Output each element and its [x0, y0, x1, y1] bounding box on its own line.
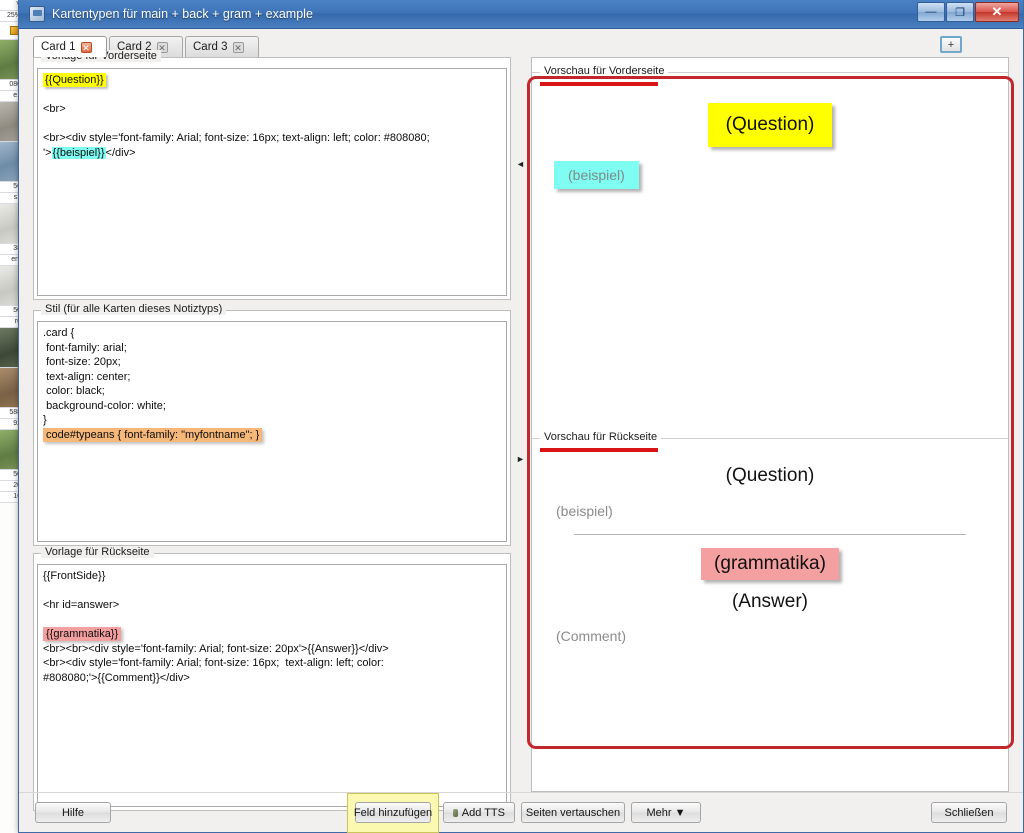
- back-preview-question: (Question): [725, 465, 815, 486]
- back-line-4: <br><div style='font-family: Arial; font…: [43, 657, 384, 669]
- window-controls: — ❐ ✕: [917, 2, 1019, 22]
- add-tts-button[interactable]: Add TTS: [443, 802, 515, 823]
- dialog-button-bar: Hilfe Feld hinzufügen Add TTS Seiten ver…: [19, 792, 1023, 833]
- more-button[interactable]: Mehr ▼: [631, 802, 701, 823]
- front-template-code: {{Question}} <br> <br><div style='font-fam…: [38, 69, 506, 164]
- splitter-collapse-left-icon[interactable]: ◄: [516, 159, 525, 169]
- front-div-close: </div>: [105, 146, 136, 159]
- back-template-input[interactable]: {{FrontSide}} <hr id=answer> {{grammatika}…: [37, 564, 507, 807]
- style-line-5: color: black;: [43, 385, 105, 397]
- back-line-2: <hr id=answer>: [43, 599, 120, 611]
- panel-splitter[interactable]: ◄ ►: [516, 129, 528, 749]
- speaker-icon: [453, 808, 458, 817]
- back-line-5: #808080;'>{{Comment}}</div>: [43, 671, 190, 684]
- back-template-code: {{FrontSide}} <hr id=answer> {{grammatika}…: [38, 565, 506, 689]
- front-template-input[interactable]: {{Question}} <br> <br><div style='font-fam…: [37, 68, 507, 296]
- template-editor-column: Vorlage für Vorderseite {{Question}}<br>…: [33, 50, 511, 811]
- style-input[interactable]: .card { font-family: arial; font-size: 2…: [37, 321, 507, 542]
- back-line-3: <br><br><div style='font-family: Arial; …: [43, 642, 389, 655]
- style-typeans-rule: code#typeans { font-family: "myfontname"…: [43, 427, 263, 442]
- front-preview-legend: Vorschau für Vorderseite: [540, 65, 669, 77]
- preview-panel: Vorschau für Vorderseite (Question) (bei…: [531, 57, 1009, 792]
- style-code: .card { font-family: arial; font-size: 2…: [38, 322, 506, 446]
- style-line-2: font-family: arial;: [43, 341, 127, 354]
- close-dialog-button[interactable]: Schließen: [931, 802, 1007, 823]
- back-preview-legend: Vorschau für Rückseite: [540, 431, 662, 443]
- tab-card-3[interactable]: Card 3 ✕: [185, 36, 259, 57]
- back-preview-underline-annotation: [540, 448, 658, 452]
- card-types-window: Kartentypen für main + back + gram + exa…: [18, 0, 1024, 833]
- back-template-group: Vorlage für Rückseite {{FrontSide}} <hr i…: [33, 546, 511, 811]
- style-line-4: text-align: center;: [43, 370, 131, 383]
- back-preview-answer-divider: [574, 534, 966, 535]
- tab-card-1-close-icon[interactable]: ✕: [80, 41, 92, 53]
- add-card-button[interactable]: +: [940, 36, 962, 53]
- front-question-field: {{Question}}: [43, 73, 106, 87]
- back-template-legend: Vorlage für Rückseite: [41, 546, 154, 558]
- front-preview-beispiel-wrap: (beispiel): [554, 161, 639, 189]
- back-preview-beispiel: (beispiel): [556, 503, 613, 519]
- window-titlebar[interactable]: Kartentypen für main + back + gram + exa…: [19, 0, 1023, 29]
- close-button[interactable]: ✕: [975, 2, 1019, 22]
- window-client-area: Card 1 ✕ Card 2 ✕ Card 3 ✕ + Vorlage für…: [19, 29, 1023, 833]
- style-line-7: }: [43, 414, 47, 426]
- front-div-tail-pre: '>: [43, 146, 52, 159]
- tab-card-3-close-icon[interactable]: ✕: [232, 41, 244, 53]
- style-line-6: background-color: white;: [43, 399, 166, 412]
- front-preview-card: (Question): [532, 103, 1008, 147]
- tab-card-1-label: Card 1: [41, 41, 76, 53]
- style-line-1: .card {: [43, 327, 75, 339]
- front-template-group: Vorlage für Vorderseite {{Question}}<br>…: [33, 50, 511, 300]
- splitter-collapse-right-icon[interactable]: ►: [516, 454, 525, 464]
- back-preview-comment: (Comment): [556, 628, 627, 644]
- swap-sides-button[interactable]: Seiten vertauschen: [521, 802, 625, 823]
- back-preview-answer: (Answer): [731, 591, 808, 612]
- front-div-open: <br><div style='font-family: Arial; font…: [43, 132, 430, 144]
- front-br1: <br>: [43, 103, 66, 115]
- add-field-button[interactable]: Feld hinzufügen: [354, 802, 432, 823]
- style-line-3: font-size: 20px;: [43, 356, 121, 368]
- front-preview-beispiel: (beispiel): [554, 161, 639, 189]
- card-tabs: Card 1 ✕ Card 2 ✕ Card 3 ✕ +: [33, 36, 1008, 57]
- minimize-button[interactable]: —: [917, 2, 945, 22]
- front-beispiel-field: {{beispiel}}: [51, 146, 106, 159]
- front-preview-question: (Question): [707, 103, 833, 147]
- back-grammatika-field: {{grammatika}}: [43, 627, 122, 641]
- tab-card-3-label: Card 3: [193, 41, 228, 53]
- tab-card-1[interactable]: Card 1 ✕: [33, 36, 107, 57]
- help-button[interactable]: Hilfe: [35, 802, 111, 823]
- window-title: Kartentypen für main + back + gram + exa…: [52, 7, 313, 21]
- back-preview-grammatika-wrap: (grammatika): [532, 548, 1008, 580]
- front-preview-underline-annotation: [540, 82, 658, 86]
- card-stack-icon: [29, 6, 45, 22]
- style-group: Stil (für alle Karten dieses Notiztyps) …: [33, 303, 511, 546]
- maximize-button[interactable]: ❐: [946, 2, 974, 22]
- back-preview-grammatika: (grammatika): [701, 548, 839, 580]
- back-line-1: {{FrontSide}}: [43, 570, 106, 582]
- style-legend: Stil (für alle Karten dieses Notiztyps): [41, 303, 227, 315]
- add-tts-label: Add TTS: [461, 806, 505, 819]
